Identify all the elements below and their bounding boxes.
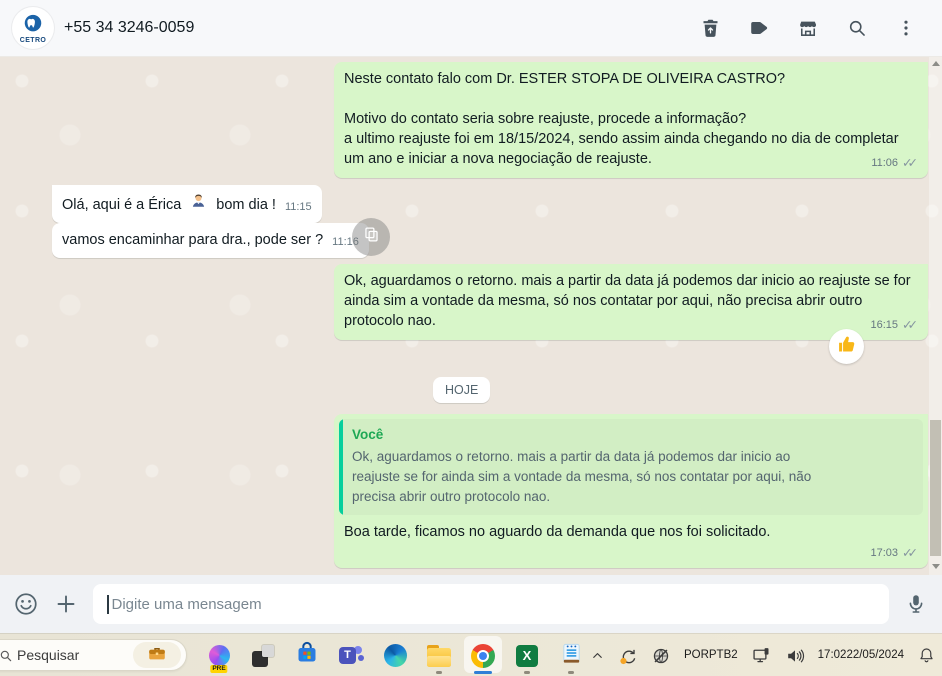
clock[interactable]: 17:02 22/05/2024 (818, 648, 904, 662)
message-time: 17:03 (870, 547, 899, 559)
copy-message-button[interactable] (352, 218, 390, 256)
date-divider: HOJE (433, 377, 491, 403)
quoted-message[interactable]: Você Ok, aguardamos o retorno. mais a pa… (339, 419, 923, 515)
storefront-icon[interactable] (797, 17, 819, 39)
delivered-ticks-icon (902, 153, 919, 173)
language-secondary: PTB2 (708, 648, 738, 661)
message-outgoing-3[interactable]: Você Ok, aguardamos o retorno. mais a pa… (334, 414, 928, 568)
message-text: vamos encaminhar para dra., pode ser ? (62, 232, 324, 248)
chat-header: CETRO +55 34 3246-0059 (0, 0, 942, 57)
briefcase-icon (146, 642, 168, 669)
taskbar-app-notepad[interactable] (557, 636, 585, 675)
search-highlight[interactable] (133, 642, 181, 668)
text-caret (107, 594, 109, 614)
message-time: 11:06 (871, 157, 899, 169)
active-running-indicator (474, 671, 492, 674)
woman-office-worker-emoji (190, 192, 207, 215)
message-time: 16:15 (870, 319, 899, 331)
input-placeholder: Digite uma mensagem (111, 595, 262, 613)
running-indicator (568, 671, 574, 674)
taskbar-app-widgets[interactable] (249, 636, 277, 675)
widgets-icon (252, 644, 274, 667)
chat-title[interactable]: +55 34 3246-0059 (64, 19, 194, 37)
running-indicator (524, 671, 530, 674)
language-primary: POR (683, 648, 709, 661)
message-text: Boa tarde, ficamos no aguardo da demanda… (344, 524, 771, 540)
search-icon[interactable] (846, 17, 868, 39)
message-incoming-1[interactable]: Olá, aqui é a Érica bom dia ! 11:15 (52, 185, 322, 223)
language-indicator[interactable]: POR PTB2 (684, 649, 738, 663)
message-incoming-2[interactable]: vamos encaminhar para dra., pode ser ? 1… (52, 223, 369, 258)
notifications-bell-icon[interactable] (917, 646, 936, 665)
message-meta: 16:15 (871, 315, 919, 335)
edge-icon (383, 644, 407, 667)
search-placeholder: Pesquisar (17, 647, 80, 663)
message-text: bom dia ! (216, 197, 276, 213)
hidden-icons-chevron[interactable] (590, 648, 605, 663)
sync-status-icon[interactable] (618, 646, 638, 666)
taskbar-app-file-explorer[interactable] (425, 636, 453, 675)
search-magnifier-icon (0, 649, 13, 668)
scroll-up-arrow[interactable] (932, 61, 940, 66)
delivered-ticks-icon (902, 543, 919, 563)
taskbar-app-teams[interactable]: T (337, 636, 365, 675)
message-time: 11:15 (284, 201, 312, 213)
system-tray: POR PTB2 17:02 22/05/2024 (590, 634, 936, 676)
trash-icon[interactable] (699, 17, 721, 39)
message-text: Ok, aguardamos o retorno. mais a partir … (344, 273, 915, 329)
message-text: Olá, aqui é a Érica (62, 197, 182, 213)
quote-author: Você (352, 427, 384, 442)
chrome-icon (471, 643, 495, 668)
emoji-icon[interactable] (13, 591, 39, 617)
windows-taskbar: Pesquisar PRE T X POR PTB2 17:02 22/05/2… (0, 633, 942, 676)
contact-avatar[interactable]: CETRO (12, 7, 54, 49)
thumbs-up-reaction[interactable] (829, 329, 864, 364)
copy-icon (362, 225, 381, 249)
chat-scrollbar[interactable] (929, 57, 942, 575)
file-explorer-icon (427, 644, 451, 667)
delivered-ticks-icon (902, 315, 919, 335)
message-outgoing-1[interactable]: Neste contato falo com Dr. ESTER STOPA D… (334, 62, 928, 178)
taskbar-app-excel[interactable]: X (513, 636, 541, 675)
copilot-icon (208, 645, 230, 666)
volume-icon[interactable] (785, 646, 805, 666)
copilot-pre-badge: PRE (210, 665, 228, 673)
microsoft-store-icon (295, 641, 319, 670)
mic-icon[interactable] (903, 591, 929, 617)
notepad-icon (560, 642, 583, 670)
no-internet-icon[interactable] (651, 646, 671, 666)
tray-date: 22/05/2024 (846, 649, 904, 662)
kebab-menu-icon[interactable] (895, 17, 917, 39)
excel-icon: X (516, 644, 538, 667)
tooth-logo-icon (22, 13, 44, 40)
taskbar-search[interactable]: Pesquisar (0, 639, 187, 671)
message-composer: Digite uma mensagem (0, 575, 942, 633)
avatar-label: CETRO (19, 36, 47, 44)
scrollbar-thumb[interactable] (930, 420, 941, 556)
message-text: Neste contato falo com Dr. ESTER STOPA D… (344, 71, 899, 167)
message-outgoing-2[interactable]: Ok, aguardamos o retorno. mais a partir … (334, 264, 928, 340)
message-input[interactable]: Digite uma mensagem (93, 584, 889, 624)
header-actions (699, 17, 917, 39)
message-meta: 17:03 (871, 543, 919, 563)
taskbar-app-chrome[interactable] (464, 636, 502, 675)
connected-devices-icon[interactable] (751, 645, 772, 666)
scroll-down-arrow[interactable] (932, 564, 940, 569)
taskbar-app-microsoft-store[interactable] (293, 636, 321, 675)
taskbar-app-copilot[interactable]: PRE (205, 636, 233, 675)
chat-area: Neste contato falo com Dr. ESTER STOPA D… (0, 57, 942, 575)
quote-text: Ok, aguardamos o retorno. mais a partir … (352, 449, 812, 504)
attach-plus-icon[interactable] (53, 591, 79, 617)
tag-icon[interactable] (748, 17, 770, 39)
running-indicator (436, 671, 442, 674)
taskbar-app-edge[interactable] (381, 636, 409, 675)
teams-icon: T (339, 645, 364, 667)
whatsapp-window: CETRO +55 34 3246-0059 Neste contato fal… (0, 0, 942, 676)
message-meta: 11:06 (871, 153, 919, 173)
thumbs-up-icon (837, 334, 857, 359)
tray-time: 17:02 (817, 649, 847, 662)
taskbar-apps: PRE T X (205, 636, 585, 675)
